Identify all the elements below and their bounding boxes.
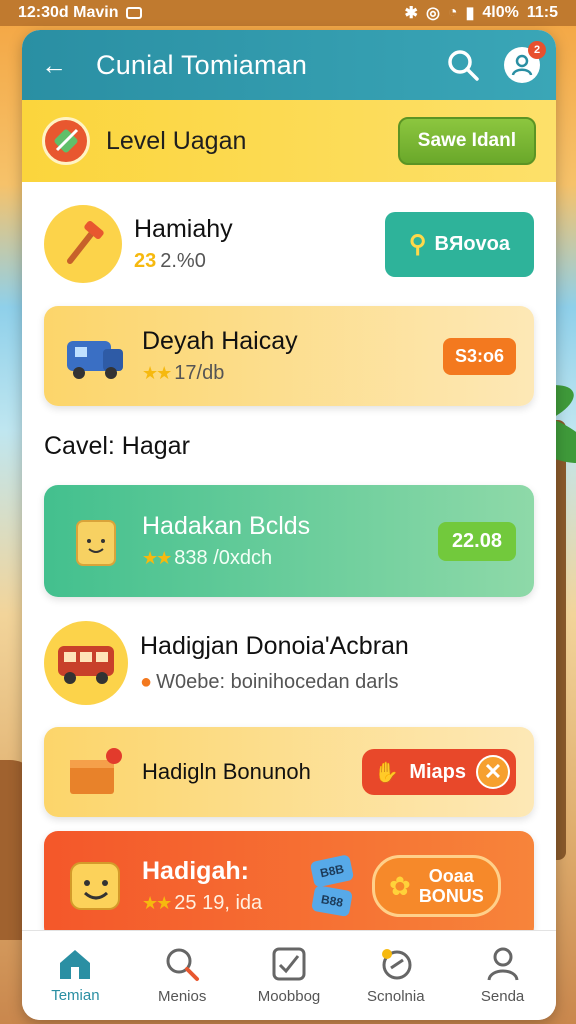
item-subtitle: 25 19, ida [174,892,263,914]
truck-icon [62,322,130,390]
item-badge: 22.08 [437,521,516,561]
checklist-icon [272,947,306,981]
gift-box-icon [62,738,130,806]
maps-button[interactable]: ✋ Miaps ✕ [362,749,516,795]
bonus-button-top: Ooaa [428,866,474,886]
maps-button-label: Miaps [409,760,466,783]
tab-home[interactable]: Temian [25,947,125,1004]
hand-icon: ✋ [374,761,400,784]
list-item[interactable]: Hamiahy 23 2.%0 ⚲ BЯovoa [44,194,534,294]
bonus-button[interactable]: ✿ Ooaa BONUS [372,855,501,917]
app-window: ← Cunial Tomiaman 2 Level Uagan Sawe Ida… [22,30,556,1020]
battery-level: 11:5 [526,4,558,21]
tab-search[interactable]: Menios [132,946,232,1005]
list-item[interactable]: Hadigjan Donoia'Acbran ● W0ebe: boinihoc… [44,603,534,723]
signal-icon: ▮ [465,5,475,22]
item-sub-prefix: 23 [134,250,157,272]
bus-icon [44,621,128,705]
dice-tile-top: B8B [309,854,355,888]
status-time: 12:30d Mavin [18,4,119,21]
list-item-card[interactable]: Hadigah: ★★ 25 19, ida B8B B88 ✿ Ooaa BO… [44,831,534,941]
item-badge: S3:o6 [442,337,516,375]
dice-icon [381,949,412,980]
notification-badge: 2 [528,41,546,59]
item-title: Hadigjan Donoia'Acbran [140,632,409,660]
wifi-icon: ◔ [447,4,458,21]
item-title: Hadigln Bonunoh [142,759,311,784]
star-rating-icon: ★★ [142,893,172,913]
page-title: Cunial Tomiaman [96,49,308,80]
bottom-tab-bar: Temian Menios Moobbog Scnolnia Senda [22,930,556,1020]
tab-label: Moobbog [257,988,321,1005]
top-bar: ← Cunial Tomiaman 2 [22,30,556,100]
key-icon: ⚲ [408,230,427,258]
item-action-button[interactable]: ⚲ BЯovoa [384,211,534,277]
tab-label: Senda [480,988,525,1005]
dice-icon: B8B B88 [309,854,355,918]
section-heading: Cavel: Hagar [44,432,190,460]
item-title: Hadakan Bclds [142,512,311,540]
battery-percent: 4l0% [482,4,519,21]
dice-tile-bottom: B88 [311,884,353,918]
tab-social[interactable]: Scnolnia [346,946,446,1005]
tab-profile[interactable]: Senda [453,946,553,1005]
package-icon [62,507,130,575]
person-icon [487,947,519,981]
item-title: Hamiahy [134,215,233,243]
item-subtitle: 838 /0xdch [174,547,273,569]
flower-icon: ✿ [389,870,411,901]
star-rating-icon: ★★ [142,548,172,568]
home-icon [60,950,91,979]
save-button[interactable]: Sawe Idanl [397,117,536,165]
cube-face-icon [62,852,130,920]
close-icon[interactable]: ✕ [476,755,510,789]
star-rating-icon: ★★ [142,363,172,383]
level-title: Level Uagan [106,126,247,155]
list-item-card[interactable]: Hadigln Bonunoh ✋ Miaps ✕ [44,727,534,817]
tab-label: Scnolnia [367,988,425,1005]
item-subtitle: 2.%0 [160,250,206,272]
bonus-button-bottom: BONUS [418,886,484,906]
item-subtitle: 17/db [174,362,225,384]
level-bar: Level Uagan Sawe Idanl [22,100,556,182]
notification-icon [126,7,143,19]
level-badge-icon [42,117,90,165]
tab-checklist[interactable]: Moobbog [239,946,339,1005]
tab-label: Temian [51,987,100,1004]
hammer-icon [44,205,122,283]
search-icon [166,948,200,981]
tab-label: Menios [158,988,207,1005]
item-action-label: BЯovoa [434,232,511,255]
status-bar: 12:30d Mavin ✱ ◎ ◔ ▮ 4l0% 11:5 [0,0,576,26]
search-icon[interactable] [446,48,480,82]
item-title: Hadigah: [142,857,249,885]
clock-icon: ● [140,671,153,693]
profile-button[interactable]: 2 [504,41,546,83]
item-title: Deyah Haicay [142,327,298,355]
bluetooth-icon: ✱ [404,5,418,22]
item-subtitle: W0ebe: boinihocedan darls [156,671,399,693]
list-item-card[interactable]: Deyah Haicay ★★ 17/db S3:o6 [44,306,534,406]
back-arrow-icon[interactable]: ← [38,49,70,81]
list-item-card[interactable]: Hadakan Bclds ★★ 838 /0xdch 22.08 [44,485,534,597]
alarm-icon: ◎ [425,5,440,22]
